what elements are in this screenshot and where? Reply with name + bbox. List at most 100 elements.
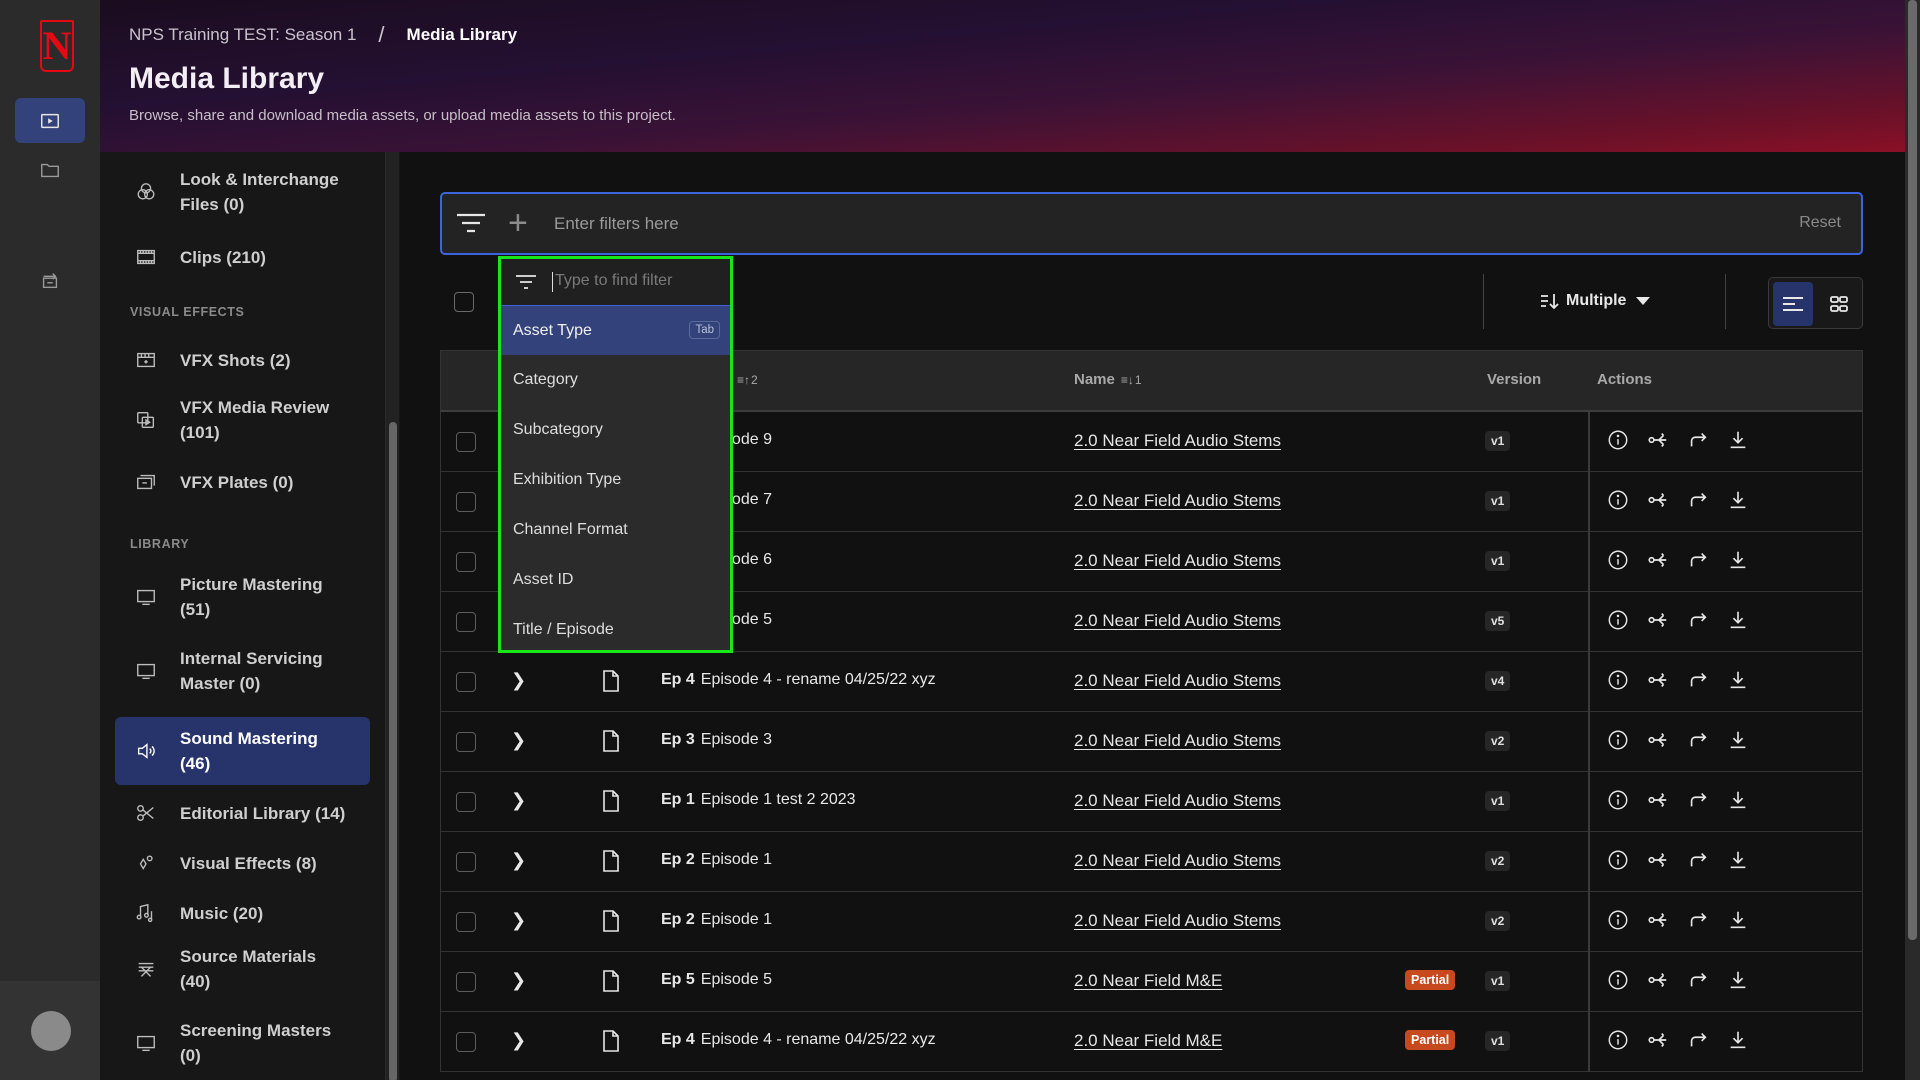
download-button[interactable]: [1726, 670, 1750, 694]
share-button[interactable]: [1646, 910, 1670, 934]
table-row[interactable]: ❯ Ep 5 Episode 5 2.0 Near Field M&E Partial v…: [440, 952, 1863, 1012]
sidebar-item-music[interactable]: Music (20): [115, 888, 370, 938]
netflix-logo[interactable]: N: [40, 20, 74, 72]
download-button[interactable]: [1726, 490, 1750, 514]
filter-bar[interactable]: + Enter filters here Reset: [440, 192, 1863, 255]
page-scrollbar-thumb[interactable]: [1908, 0, 1917, 940]
filter-option-category[interactable]: Category: [501, 355, 730, 405]
expand-chevron-icon[interactable]: ❯: [511, 970, 526, 991]
add-filter-icon[interactable]: +: [508, 206, 528, 240]
share-button[interactable]: [1646, 670, 1670, 694]
forward-button[interactable]: [1686, 490, 1710, 514]
expand-chevron-icon[interactable]: ❯: [511, 730, 526, 751]
row-checkbox[interactable]: [456, 732, 476, 752]
info-button[interactable]: [1606, 1030, 1630, 1054]
forward-button[interactable]: [1686, 730, 1710, 754]
table-row[interactable]: ❯ Ep 4 Episode 4 - rename 04/25/22 xyz 2.0 …: [440, 652, 1863, 712]
sidebar-item-source-materials[interactable]: Source Materials (40): [115, 938, 370, 1000]
asset-name-link[interactable]: 2.0 Near Field Audio Stems: [1074, 551, 1281, 571]
forward-button[interactable]: [1686, 1030, 1710, 1054]
asset-name-link[interactable]: 2.0 Near Field Audio Stems: [1074, 611, 1281, 631]
grid-view-button[interactable]: [1819, 282, 1859, 326]
table-row[interactable]: ❯ Ep 3 Episode 3 2.0 Near Field Audio Stems…: [440, 712, 1863, 772]
page-scrollbar[interactable]: [1905, 0, 1920, 1080]
rail-folder-button[interactable]: [15, 147, 85, 192]
sidebar-item-sound-mastering[interactable]: Sound Mastering (46): [115, 717, 370, 785]
reset-button[interactable]: Reset: [1799, 214, 1841, 232]
row-checkbox[interactable]: [456, 792, 476, 812]
row-checkbox[interactable]: [456, 432, 476, 452]
sidebar-item-visual-effects[interactable]: Visual Effects (8): [115, 838, 370, 888]
forward-button[interactable]: [1686, 850, 1710, 874]
title-sort-indicator[interactable]: ≡↑2: [731, 371, 758, 388]
forward-button[interactable]: [1686, 910, 1710, 934]
info-button[interactable]: [1606, 550, 1630, 574]
share-button[interactable]: [1646, 490, 1670, 514]
asset-name-link[interactable]: 2.0 Near Field Audio Stems: [1074, 671, 1281, 691]
download-button[interactable]: [1726, 430, 1750, 454]
download-button[interactable]: [1726, 1030, 1750, 1054]
expand-chevron-icon[interactable]: ❯: [511, 910, 526, 931]
sidebar-item-look-interchange[interactable]: Look & Interchange Files (0): [115, 162, 370, 222]
asset-name-link[interactable]: 2.0 Near Field Audio Stems: [1074, 731, 1281, 751]
column-header-name[interactable]: Name ≡↓1: [1074, 371, 1142, 388]
forward-button[interactable]: [1686, 550, 1710, 574]
table-row[interactable]: ❯ Ep 2 Episode 1 2.0 Near Field Audio Stems…: [440, 892, 1863, 952]
share-button[interactable]: [1646, 730, 1670, 754]
filter-option-exhibition-type[interactable]: Exhibition Type: [501, 455, 730, 505]
info-button[interactable]: [1606, 790, 1630, 814]
sidebar-scrollbar-thumb[interactable]: [389, 422, 397, 1080]
download-button[interactable]: [1726, 910, 1750, 934]
sidebar-scrollbar[interactable]: [385, 152, 399, 1080]
asset-name-link[interactable]: 2.0 Near Field Audio Stems: [1074, 431, 1281, 451]
share-button[interactable]: [1646, 970, 1670, 994]
download-button[interactable]: [1726, 730, 1750, 754]
avatar[interactable]: [31, 1011, 71, 1051]
filter-option-subcategory[interactable]: Subcategory: [501, 405, 730, 455]
asset-name-link[interactable]: 2.0 Near Field Audio Stems: [1074, 791, 1281, 811]
select-all-checkbox[interactable]: [454, 292, 474, 312]
row-checkbox[interactable]: [456, 492, 476, 512]
forward-button[interactable]: [1686, 670, 1710, 694]
info-button[interactable]: [1606, 490, 1630, 514]
share-button[interactable]: [1646, 850, 1670, 874]
info-button[interactable]: [1606, 910, 1630, 934]
forward-button[interactable]: [1686, 790, 1710, 814]
sidebar-item-screening-masters[interactable]: Screening Masters (0): [115, 1012, 370, 1074]
filter-option-asset-id[interactable]: Asset ID: [501, 555, 730, 605]
asset-name-link[interactable]: 2.0 Near Field M&E: [1074, 1031, 1222, 1051]
asset-name-link[interactable]: 2.0 Near Field Audio Stems: [1074, 491, 1281, 511]
share-button[interactable]: [1646, 790, 1670, 814]
download-button[interactable]: [1726, 550, 1750, 574]
asset-name-link[interactable]: 2.0 Near Field Audio Stems: [1074, 851, 1281, 871]
download-button[interactable]: [1726, 970, 1750, 994]
sidebar-item-vfx-shots[interactable]: VFX Shots (2): [115, 335, 370, 385]
row-checkbox[interactable]: [456, 972, 476, 992]
table-row[interactable]: ❯ Ep 4 Episode 4 - rename 04/25/22 xyz 2.0 …: [440, 1012, 1863, 1072]
download-button[interactable]: [1726, 850, 1750, 874]
sidebar-item-picture-mastering[interactable]: Picture Mastering (51): [115, 567, 370, 627]
share-button[interactable]: [1646, 610, 1670, 634]
share-button[interactable]: [1646, 1030, 1670, 1054]
row-checkbox[interactable]: [456, 552, 476, 572]
expand-chevron-icon[interactable]: ❯: [511, 1030, 526, 1051]
table-row[interactable]: ❯ Ep 2 Episode 1 2.0 Near Field Audio Stems…: [440, 832, 1863, 892]
sidebar-item-vfx-plates[interactable]: VFX Plates (0): [115, 457, 370, 507]
info-button[interactable]: [1606, 610, 1630, 634]
info-button[interactable]: [1606, 670, 1630, 694]
sidebar-item-vfx-media-review[interactable]: VFX Media Review (101): [115, 390, 370, 450]
table-row[interactable]: ❯ Ep 1 Episode 1 test 2 2023 2.0 Near Field…: [440, 772, 1863, 832]
rail-transfer-button[interactable]: [15, 257, 85, 302]
download-button[interactable]: [1726, 610, 1750, 634]
row-checkbox[interactable]: [456, 1032, 476, 1052]
asset-name-link[interactable]: 2.0 Near Field M&E: [1074, 971, 1222, 991]
share-button[interactable]: [1646, 430, 1670, 454]
expand-chevron-icon[interactable]: ❯: [511, 790, 526, 811]
filter-option-title-episode[interactable]: Title / Episode: [501, 605, 730, 655]
forward-button[interactable]: [1686, 970, 1710, 994]
sidebar-item-editorial-library[interactable]: Editorial Library (14): [115, 788, 370, 838]
filter-option-channel-format[interactable]: Channel Format: [501, 505, 730, 555]
info-button[interactable]: [1606, 430, 1630, 454]
info-button[interactable]: [1606, 730, 1630, 754]
breadcrumb-project[interactable]: NPS Training TEST: Season 1: [129, 25, 356, 45]
